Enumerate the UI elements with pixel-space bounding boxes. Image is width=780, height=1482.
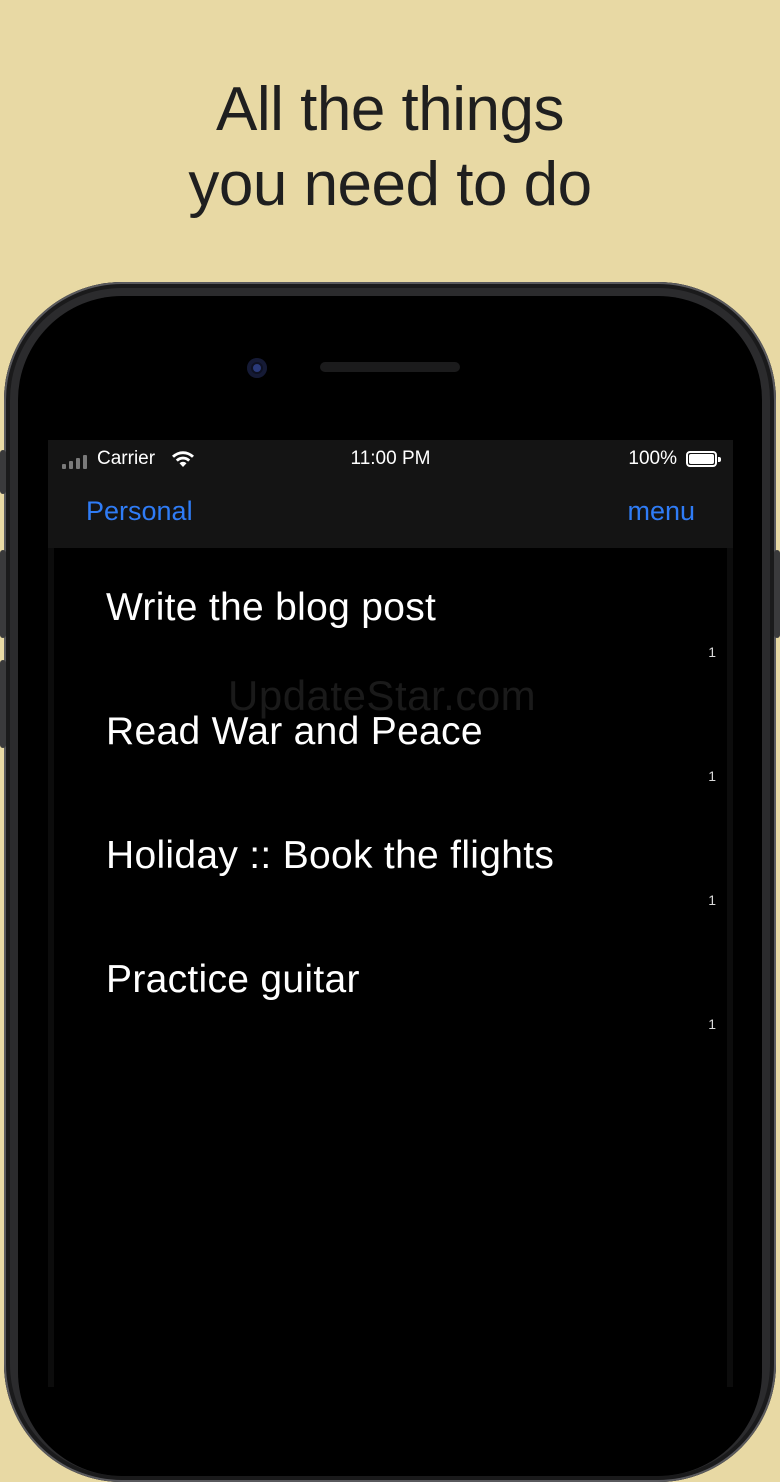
task-item[interactable]: Write the blog post 1 — [48, 548, 733, 672]
marketing-headline: All the things you need to do — [0, 72, 780, 222]
list-selector-button[interactable]: Personal — [86, 496, 193, 527]
volume-down-button — [0, 660, 6, 748]
task-title: Write the blog post — [106, 586, 437, 629]
task-item[interactable]: Practice guitar 1 — [48, 920, 733, 1044]
navigation-bar: Personal menu — [48, 480, 733, 548]
battery-icon — [686, 451, 721, 467]
volume-up-button — [0, 550, 6, 638]
headline-line-2: you need to do — [188, 150, 592, 219]
task-count: 1 — [708, 644, 716, 660]
battery-percentage: 100% — [628, 448, 677, 469]
status-bar: Carrier 11:00 PM 100% — [48, 440, 733, 480]
task-count: 1 — [708, 892, 716, 908]
front-camera-icon — [247, 358, 267, 378]
phone-screen: Carrier 11:00 PM 100% Personal menu Writ… — [48, 440, 733, 1387]
power-button — [774, 550, 780, 638]
mute-switch — [0, 450, 6, 494]
task-title: Practice guitar — [106, 958, 360, 1001]
task-item[interactable]: Holiday :: Book the flights 1 — [48, 796, 733, 920]
task-count: 1 — [708, 768, 716, 784]
watermark: UpdateStar.com — [228, 672, 537, 719]
task-count: 1 — [708, 1016, 716, 1032]
task-list: Write the blog post 1 Read War and Peace… — [48, 548, 733, 1044]
menu-button[interactable]: menu — [627, 496, 695, 527]
earpiece-speaker — [320, 362, 460, 372]
headline-line-1: All the things — [216, 75, 565, 144]
task-title: Holiday :: Book the flights — [106, 834, 555, 877]
